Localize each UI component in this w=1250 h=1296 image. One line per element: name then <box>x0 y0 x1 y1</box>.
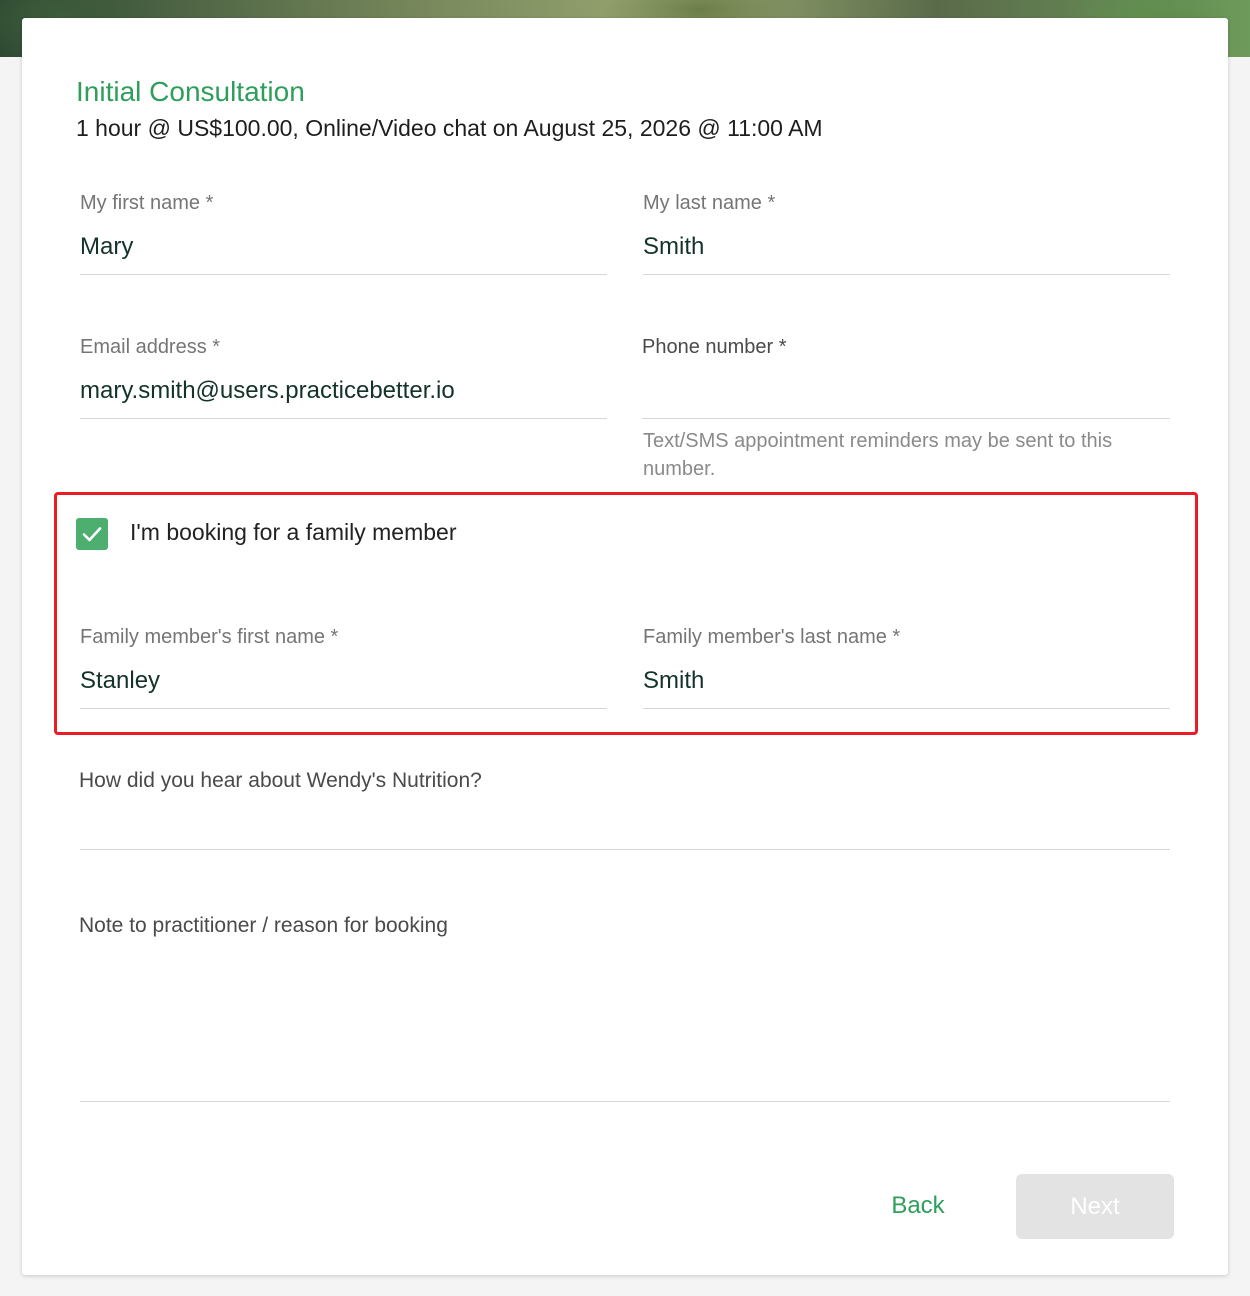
first-name-input[interactable]: Mary <box>80 233 607 275</box>
checkmark-icon <box>82 527 102 542</box>
family-member-checkbox-label[interactable]: I'm booking for a family member <box>130 519 457 546</box>
phone-input[interactable] <box>642 377 1170 419</box>
note-label: Note to practitioner / reason for bookin… <box>79 914 448 937</box>
last-name-input[interactable]: Smith <box>643 233 1170 275</box>
last-name-label: My last name * <box>643 192 776 214</box>
phone-field[interactable]: Phone number * <box>642 336 1170 419</box>
family-first-name-input[interactable]: Stanley <box>80 667 607 709</box>
first-name-field[interactable]: My first name * Mary <box>80 192 607 275</box>
note-textarea[interactable] <box>80 1101 1170 1102</box>
email-field[interactable]: Email address * mary.smith@users.practic… <box>80 336 607 419</box>
family-last-name-input[interactable]: Smith <box>643 667 1170 709</box>
family-first-name-label: Family member's first name * <box>80 626 339 648</box>
family-last-name-field[interactable]: Family member's last name * Smith <box>643 626 1170 709</box>
family-member-checkbox[interactable] <box>76 518 108 550</box>
family-first-name-field[interactable]: Family member's first name * Stanley <box>80 626 607 709</box>
phone-hint: Text/SMS appointment reminders may be se… <box>643 430 1113 480</box>
email-label: Email address * <box>80 336 221 358</box>
back-button[interactable]: Back <box>862 1174 974 1238</box>
family-last-name-label: Family member's last name * <box>643 626 901 648</box>
last-name-field[interactable]: My last name * Smith <box>643 192 1170 275</box>
email-input[interactable]: mary.smith@users.practicebetter.io <box>80 377 607 419</box>
booking-summary: 1 hour @ US$100.00, Online/Video chat on… <box>76 115 823 141</box>
booking-form-card: Initial Consultation 1 hour @ US$100.00,… <box>22 18 1228 1275</box>
next-button[interactable]: Next <box>1016 1174 1174 1239</box>
first-name-label: My first name * <box>80 192 214 214</box>
referral-label: How did you hear about Wendy's Nutrition… <box>79 769 482 792</box>
phone-label: Phone number * <box>642 336 787 358</box>
referral-input[interactable] <box>80 849 1170 850</box>
service-title: Initial Consultation <box>76 76 305 107</box>
